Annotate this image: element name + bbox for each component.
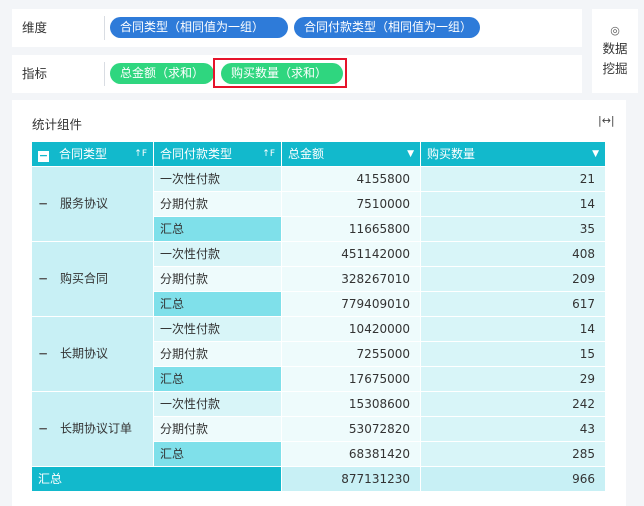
header-purchase-qty[interactable]: 购买数量 ▼ (421, 142, 606, 167)
group-name: 长期协议 (60, 346, 109, 361)
header-purchase-qty-label: 购买数量 (427, 147, 476, 161)
subtotal-qty: 285 (421, 442, 606, 467)
header-payment-type[interactable]: 合同付款类型 ↑F (154, 142, 282, 167)
header-payment-type-label: 合同付款类型 (160, 147, 233, 161)
header-contract-type-label: 合同类型 (59, 147, 108, 161)
grand-total-label: 汇总 (32, 467, 282, 492)
collapse-icon[interactable]: − (38, 267, 52, 292)
highlight-box (213, 58, 347, 88)
amount-cell: 7255000 (282, 342, 421, 367)
subtotal-qty: 35 (421, 217, 606, 242)
collapse-icon[interactable]: − (38, 417, 52, 442)
dimension-pill-payment-type[interactable]: 合同付款类型（相同值为一组） (294, 17, 480, 38)
amount-cell: 53072820 (282, 417, 421, 442)
collapse-icon[interactable]: − (38, 342, 52, 367)
amount-cell: 7510000 (282, 192, 421, 217)
sort-icon[interactable]: ↑F (262, 142, 275, 166)
data-mining-icon: ◎ (610, 24, 620, 37)
collapse-icon[interactable]: − (38, 192, 52, 217)
grand-total-amount: 877131230 (282, 467, 421, 492)
header-total-amount-label: 总金额 (288, 147, 325, 161)
subcategory-cell: 一次性付款 (154, 392, 282, 417)
qty-cell: 21 (421, 167, 606, 192)
subcategory-cell: 一次性付款 (154, 167, 282, 192)
metric-label: 指标 (22, 66, 48, 81)
amount-cell: 10420000 (282, 317, 421, 342)
dimension-bar: 维度 合同类型（相同值为一组） 合同付款类型（相同值为一组） (12, 9, 582, 47)
data-mining-button[interactable]: ◎ 数据 挖掘 (592, 9, 638, 93)
group-name: 长期协议订单 (60, 421, 133, 436)
amount-cell: 4155800 (282, 167, 421, 192)
group-name: 服务协议 (60, 196, 109, 211)
group-cell[interactable]: − 购买合同 (32, 242, 154, 317)
metric-pill-total-amount[interactable]: 总金额（求和） (110, 63, 214, 84)
subtotal-amount: 17675000 (282, 367, 421, 392)
subcategory-cell: 分期付款 (154, 192, 282, 217)
qty-cell: 209 (421, 267, 606, 292)
subtotal-amount: 11665800 (282, 217, 421, 242)
column-width-icon[interactable]: |↔| (598, 114, 615, 127)
pivot-table: − 合同类型 ↑F 合同付款类型 ↑F 总金额 ▼ 购买数量 ▼ − 服务协议 一次… (32, 142, 606, 492)
subtotal-label: 汇总 (154, 292, 282, 317)
panel-title: 统计组件 (32, 117, 83, 132)
collapse-all-icon[interactable]: − (38, 150, 49, 162)
group-name: 购买合同 (60, 271, 109, 286)
sort-icon[interactable]: ↑F (134, 142, 147, 166)
data-mining-label-1: 数据 (602, 41, 628, 56)
group-cell[interactable]: − 长期协议订单 (32, 392, 154, 467)
qty-cell: 14 (421, 192, 606, 217)
dimension-pill-contract-type[interactable]: 合同类型（相同值为一组） (110, 17, 288, 38)
subcategory-cell: 一次性付款 (154, 317, 282, 342)
subcategory-cell: 分期付款 (154, 417, 282, 442)
subtotal-amount: 779409010 (282, 292, 421, 317)
subtotal-label: 汇总 (154, 442, 282, 467)
qty-cell: 15 (421, 342, 606, 367)
divider (104, 16, 105, 40)
dropdown-icon[interactable]: ▼ (407, 142, 414, 166)
subtotal-amount: 68381420 (282, 442, 421, 467)
subcategory-cell: 分期付款 (154, 342, 282, 367)
amount-cell: 451142000 (282, 242, 421, 267)
qty-cell: 14 (421, 317, 606, 342)
subtotal-qty: 29 (421, 367, 606, 392)
subcategory-cell: 一次性付款 (154, 242, 282, 267)
group-cell[interactable]: − 长期协议 (32, 317, 154, 392)
amount-cell: 328267010 (282, 267, 421, 292)
qty-cell: 242 (421, 392, 606, 417)
header-total-amount[interactable]: 总金额 ▼ (282, 142, 421, 167)
subcategory-cell: 分期付款 (154, 267, 282, 292)
subtotal-label: 汇总 (154, 367, 282, 392)
statistic-panel: 统计组件 |↔| − 合同类型 ↑F 合同付款类型 ↑F 总金额 ▼ 购买数量 ▼… (12, 100, 626, 506)
qty-cell: 408 (421, 242, 606, 267)
subtotal-label: 汇总 (154, 217, 282, 242)
subtotal-qty: 617 (421, 292, 606, 317)
grand-total-qty: 966 (421, 467, 606, 492)
dimension-label: 维度 (22, 20, 48, 35)
group-cell[interactable]: − 服务协议 (32, 167, 154, 242)
qty-cell: 43 (421, 417, 606, 442)
data-mining-label-2: 挖掘 (602, 61, 628, 76)
header-contract-type[interactable]: − 合同类型 ↑F (32, 142, 154, 167)
dropdown-icon[interactable]: ▼ (592, 142, 599, 166)
divider (104, 62, 105, 86)
amount-cell: 15308600 (282, 392, 421, 417)
